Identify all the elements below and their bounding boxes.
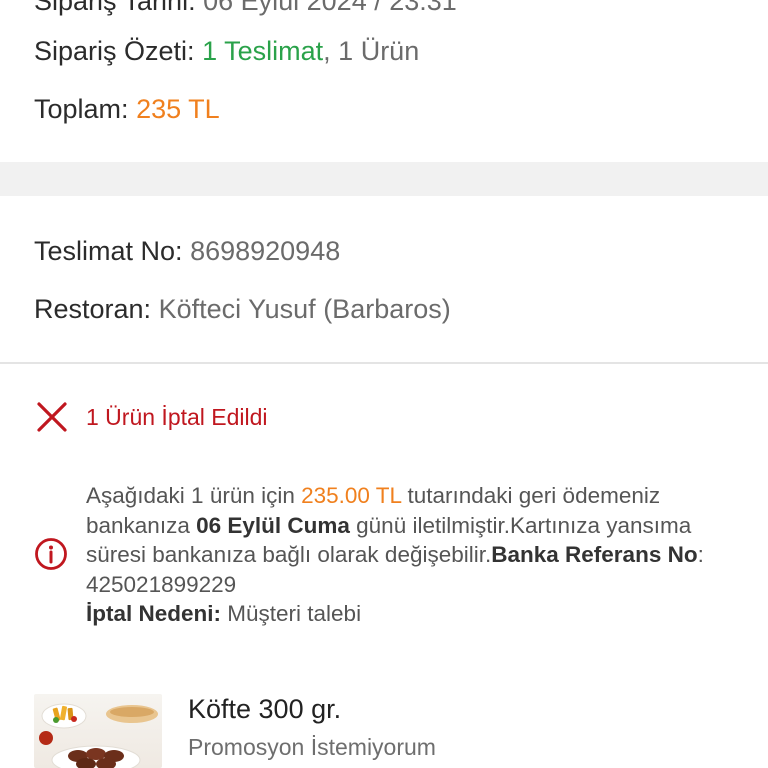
order-date-row: Sipariş Tarihi: 06 Eylül 2024 / 23:31	[34, 0, 457, 17]
restaurant-row: Restoran: Köfteci Yusuf (Barbaros)	[34, 294, 451, 325]
delivery-no-row: Teslimat No: 8698920948	[34, 236, 340, 267]
order-summary-row: Sipariş Özeti: 1 Teslimat, 1 Ürün	[34, 36, 419, 67]
order-total-value: 235 TL	[136, 94, 220, 124]
refund-amount: 235.00 TL	[301, 483, 402, 508]
refund-info-pre: Aşağıdaki 1 ürün için	[86, 483, 302, 508]
delivery-no-value: 8698920948	[190, 236, 341, 266]
cancel-reason-value: Müşteri talebi	[221, 601, 362, 626]
divider	[0, 362, 768, 364]
product-image	[34, 694, 162, 768]
order-summary-sep: ,	[323, 36, 331, 66]
bank-reference-label: Banka Referans No	[491, 542, 698, 567]
order-summary-label: Sipariş Özeti:	[34, 36, 195, 66]
order-total-label: Toplam:	[34, 94, 129, 124]
refund-date: 06 Eylül Cuma	[196, 512, 350, 538]
delivery-no-label: Teslimat No:	[34, 236, 183, 266]
restaurant-label: Restoran:	[34, 294, 152, 324]
cancel-status-text: 1 Ürün İptal Edildi	[86, 404, 268, 430]
restaurant-value: Köfteci Yusuf (Barbaros)	[158, 294, 451, 324]
order-date-label: Sipariş Tarihi:	[34, 0, 196, 16]
cancel-reason-label: İptal Nedeni:	[86, 601, 222, 626]
section-separator	[0, 162, 768, 196]
order-total-row: Toplam: 235 TL	[34, 94, 220, 125]
close-x-icon	[36, 401, 68, 433]
refund-info-text: Aşağıdaki 1 ürün için 235.00 TL tutarınd…	[86, 481, 726, 629]
product-option: Promosyon İstemiyorum	[188, 734, 436, 760]
product-name: Köfte 300 gr.	[188, 694, 342, 724]
order-summary-delivery[interactable]: 1 Teslimat	[202, 36, 323, 66]
order-summary-items: 1 Ürün	[338, 36, 420, 66]
order-date-value: 06 Eylül 2024 / 23:31	[203, 0, 457, 16]
info-circle-icon	[34, 537, 68, 571]
